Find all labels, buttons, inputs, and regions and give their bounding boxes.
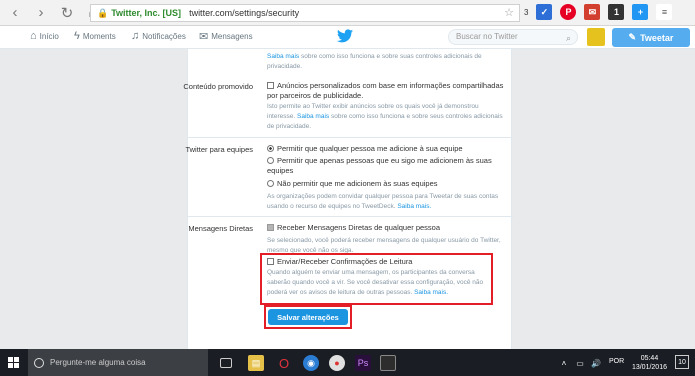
teams-help: As organizações podem convidar qualquer … [267, 192, 507, 212]
battery-icon[interactable]: ▭ [572, 355, 588, 371]
compose-icon: ✎ [628, 32, 637, 42]
search-placeholder: Buscar no Twitter [456, 32, 518, 41]
address-bar[interactable]: 🔒 Twitter, Inc. [US] twitter.com/setting… [90, 4, 520, 22]
top-help-tail: sobre como isso funciona e sobre suas co… [267, 53, 482, 70]
nav-messages[interactable]: ✉ Mensagens [199, 30, 253, 43]
dm-option-label: Receber Mensagens Diretas de qualquer pe… [277, 223, 441, 232]
top-help-link[interactable]: Saiba mais [267, 53, 299, 60]
language-indicator[interactable]: POR [609, 358, 624, 365]
menu-icon[interactable]: ≡ [656, 4, 673, 20]
promoted-help-link[interactable]: Saiba mais [297, 113, 329, 120]
nav-notifications-label: Notificações [142, 31, 186, 41]
promoted-option[interactable]: Anúncios personalizados com base em info… [267, 81, 507, 101]
promoted-label: Conteúdo promovido [183, 82, 253, 91]
dm-checkbox[interactable] [267, 224, 274, 231]
twitter-nav: ⌂ Início ϟ Moments ♫ Notificações ✉ Mens… [0, 26, 695, 49]
clock[interactable]: 05:44 13/01/2016 [632, 354, 667, 372]
settings-panel: Saiba mais sobre como isso funciona e so… [183, 49, 513, 349]
browser-toolbar: ‹ › ↻ ⌂ 🔒 Twitter, Inc. [US] twitter.com… [0, 0, 695, 26]
back-icon[interactable]: ‹ [4, 2, 26, 24]
envelope-icon: ✉ [199, 31, 209, 43]
save-button[interactable]: Salvar alterações [268, 309, 348, 325]
dm-label: Mensagens Diretas [188, 224, 253, 233]
extension-badge-icon[interactable]: 1 [608, 4, 625, 20]
teams-radio-anyone[interactable] [267, 145, 274, 152]
secure-site-name: Twitter, Inc. [US] [111, 8, 182, 18]
receipts-option-label: Enviar/Receber Confirmações de Leitura [277, 257, 413, 266]
receipts-help-text: Quando alguém te enviar uma mensagem, os… [267, 269, 484, 296]
tweet-button[interactable]: ✎ Tweetar [612, 28, 690, 47]
cortana-placeholder: Pergunte-me alguma coisa [50, 358, 146, 367]
bell-icon: ♫ [131, 30, 140, 42]
clock-time: 05:44 [640, 355, 659, 362]
teams-label: Twitter para equipes [185, 145, 253, 154]
extensions-area: 3 ✓ P ✉ 1 + ≡ [524, 4, 673, 20]
receipts-help-link[interactable]: Saiba mais. [414, 289, 448, 296]
home-nav-icon: ⌂ [30, 30, 37, 42]
windows-taskbar: Pergunte-me alguma coisa ▤ O ◉ ● Ps ˄ ▭ … [0, 349, 695, 376]
promoted-help: Isto permite ao Twitter exibir anúncios … [267, 102, 507, 132]
teams-help-link[interactable]: Saiba mais. [397, 203, 431, 210]
teams-opt3-label: Não permitir que me adicionem às suas eq… [277, 179, 438, 188]
cortana-icon [34, 357, 44, 368]
extension-badge: 1 [613, 7, 619, 17]
receipts-option[interactable]: Enviar/Receber Confirmações de Leitura [267, 257, 507, 267]
window-icon[interactable] [380, 355, 396, 371]
promoted-checkbox[interactable] [267, 82, 274, 89]
nav-moments[interactable]: ϟ Moments [74, 30, 116, 42]
nav-notifications[interactable]: ♫ Notificações [131, 30, 186, 42]
receipts-help: Quando alguém te enviar uma mensagem, os… [267, 268, 493, 298]
action-center-icon[interactable]: 10 [675, 355, 689, 369]
task-view-icon[interactable] [220, 358, 232, 368]
teams-radio-following[interactable] [267, 157, 274, 164]
avatar[interactable] [587, 28, 605, 46]
bookmark-star-icon[interactable]: ☆ [504, 6, 514, 19]
opera-icon[interactable]: O [276, 355, 292, 371]
windows-start-icon[interactable] [0, 349, 26, 376]
search-icon[interactable]: ⌕ [566, 31, 571, 45]
teams-opt2-label: Permitir que apenas pessoas que eu sigo … [267, 156, 492, 175]
clock-date: 13/01/2016 [631, 364, 667, 371]
cortana-search-input[interactable]: Pergunte-me alguma coisa [28, 349, 208, 376]
divider [188, 137, 513, 138]
teams-opt1-label: Permitir que qualquer pessoa me adicione… [277, 144, 463, 153]
save-button-highlight: Salvar alterações [264, 305, 352, 329]
twitter-search-input[interactable]: Buscar no Twitter ⌕ [448, 29, 578, 45]
nav-messages-label: Mensagens [211, 32, 253, 41]
nav-moments-label: Moments [82, 31, 116, 41]
dm-option[interactable]: Receber Mensagens Diretas de qualquer pe… [267, 223, 507, 233]
volume-icon[interactable]: 🔊 [588, 355, 604, 371]
teams-radio-none[interactable] [267, 180, 274, 187]
pinterest-icon[interactable]: P [560, 4, 577, 20]
photoshop-icon[interactable]: Ps [355, 355, 371, 371]
lock-icon: 🔒 [97, 7, 109, 18]
url-text: twitter.com/settings/security [189, 8, 300, 18]
extension-count: 3 [524, 7, 529, 17]
teams-option-following[interactable]: Permitir que apenas pessoas que eu sigo … [267, 156, 507, 176]
top-help-text: Saiba mais sobre como isso funciona e so… [267, 52, 507, 72]
tweet-button-label: Tweetar [640, 32, 674, 43]
nav-home-label: Início [39, 31, 59, 41]
app-icon[interactable]: ◉ [303, 355, 319, 371]
divider [188, 216, 513, 217]
forward-icon[interactable]: › [30, 2, 52, 24]
teams-option-none[interactable]: Não permitir que me adicionem às suas eq… [267, 179, 507, 189]
shield-extension-icon[interactable]: ✓ [536, 4, 553, 20]
chrome-icon[interactable]: ● [329, 355, 345, 371]
mail-extension-icon[interactable]: ✉ [584, 4, 601, 20]
teams-help-text: As organizações podem convidar qualquer … [267, 193, 499, 210]
twitter-bird-icon[interactable] [337, 29, 353, 43]
promoted-option-label: Anúncios personalizados com base em info… [267, 81, 504, 100]
file-explorer-icon[interactable]: ▤ [248, 355, 264, 371]
reload-icon[interactable]: ↻ [56, 2, 78, 24]
nav-home[interactable]: ⌂ Início [30, 30, 59, 42]
lightning-icon: ϟ [74, 30, 80, 42]
teams-option-anyone[interactable]: Permitir que qualquer pessoa me adicione… [267, 144, 507, 154]
receipts-checkbox[interactable] [267, 258, 274, 265]
plus-extension-icon[interactable]: + [632, 4, 649, 20]
tray-up-icon[interactable]: ˄ [556, 355, 572, 371]
notification-count: 10 [678, 358, 686, 366]
